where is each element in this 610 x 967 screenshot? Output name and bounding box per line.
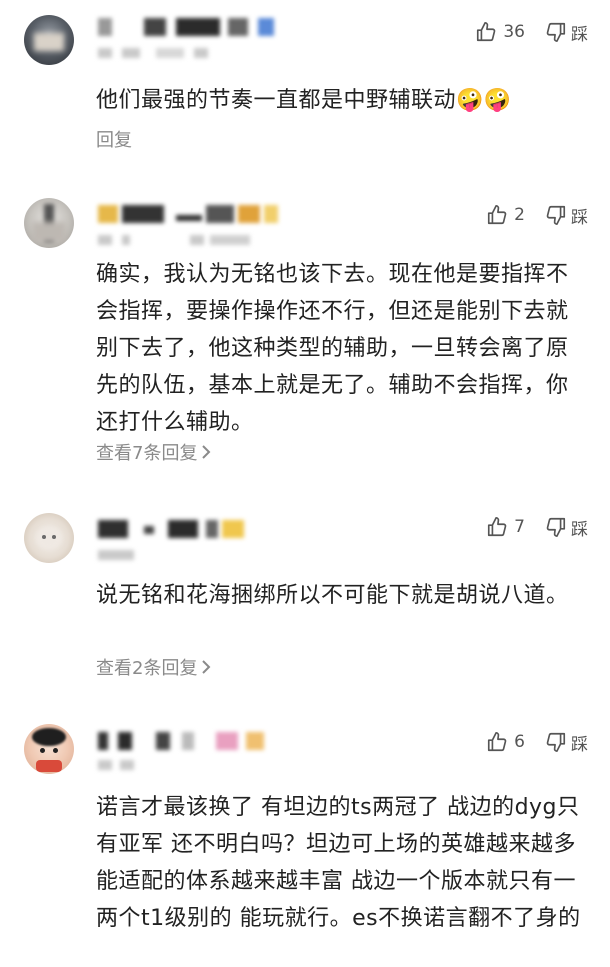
- comment-text: 诺言才最该换了 有坦边的ts两冠了 战边的dyg只有亚军 还不明白吗？坦边可上场…: [96, 795, 581, 931]
- thumbs-up-icon: [475, 21, 497, 43]
- comment-meta-blurred: [98, 550, 258, 562]
- comment-item: 36 踩 他们最强的节奏一直都是中野辅联动🤪🤪 回复: [0, 0, 610, 170]
- dislike-label: 踩: [571, 207, 588, 228]
- comment-item: 6 踩 诺言才最该换了 有坦边的ts两冠了 战边的dyg只有亚军 还不明白吗？坦…: [0, 712, 610, 967]
- thumbs-up-icon: [486, 204, 508, 226]
- avatar[interactable]: [24, 513, 74, 563]
- like-button[interactable]: 7: [486, 516, 525, 538]
- view-replies-label: 查看7条回复: [96, 443, 198, 464]
- comment-text: 确实，我认为无铭也该下去。现在他是要指挥不会指挥，要操作操作还不行，但还是能别下…: [96, 262, 569, 435]
- dislike-label: 踩: [571, 519, 588, 540]
- reply-label: 回复: [96, 130, 132, 151]
- comment-text: 说无铭和花海捆绑所以不可能下就是胡说八道。: [96, 583, 569, 608]
- view-replies-label: 查看2条回复: [96, 658, 198, 679]
- username-blurred[interactable]: [98, 205, 298, 225]
- like-button[interactable]: 2: [486, 204, 525, 226]
- chevron-right-icon: [201, 444, 211, 460]
- username-blurred[interactable]: [98, 732, 298, 752]
- comment-meta-blurred: [98, 48, 258, 60]
- like-button[interactable]: 6: [486, 731, 525, 753]
- avatar[interactable]: [24, 15, 74, 65]
- thumbs-up-icon: [486, 731, 508, 753]
- comment-actions: 2 踩: [486, 201, 588, 229]
- reply-button[interactable]: 回复: [96, 126, 132, 152]
- username-blurred[interactable]: [98, 520, 298, 540]
- chevron-right-icon: [201, 659, 211, 675]
- dislike-button[interactable]: 踩: [545, 515, 588, 540]
- username-blurred[interactable]: [98, 18, 298, 38]
- like-count: 2: [514, 205, 525, 225]
- like-count: 6: [514, 732, 525, 752]
- like-button[interactable]: 36: [475, 21, 525, 43]
- dislike-button[interactable]: 踩: [545, 730, 588, 755]
- dislike-label: 踩: [571, 734, 588, 755]
- comment-actions: 7 踩: [486, 513, 588, 541]
- comment-text: 他们最强的节奏一直都是中野辅联动🤪🤪: [96, 88, 512, 113]
- thumbs-down-icon: [545, 204, 567, 226]
- comment-meta-blurred: [98, 760, 258, 772]
- like-count: 7: [514, 517, 525, 537]
- comment-item: 7 踩 说无铭和花海捆绑所以不可能下就是胡说八道。 查看2条回复: [0, 500, 610, 690]
- dislike-label: 踩: [571, 24, 588, 45]
- comment-actions: 36 踩: [475, 18, 588, 46]
- thumbs-down-icon: [545, 21, 567, 43]
- thumbs-down-icon: [545, 516, 567, 538]
- dislike-button[interactable]: 踩: [545, 20, 588, 45]
- thumbs-up-icon: [486, 516, 508, 538]
- like-count: 36: [503, 22, 525, 42]
- view-replies-button[interactable]: 查看2条回复: [96, 654, 211, 680]
- avatar[interactable]: [24, 198, 74, 248]
- thumbs-down-icon: [545, 731, 567, 753]
- comment-actions: 6 踩: [486, 728, 588, 756]
- dislike-button[interactable]: 踩: [545, 203, 588, 228]
- view-replies-button[interactable]: 查看7条回复: [96, 439, 211, 465]
- comment-meta-blurred: [98, 235, 258, 247]
- comment-item: 2 踩 确实，我认为无铭也该下去。现在他是要指挥不会指挥，要操作操作还不行，但还…: [0, 185, 610, 485]
- avatar[interactable]: [24, 724, 74, 774]
